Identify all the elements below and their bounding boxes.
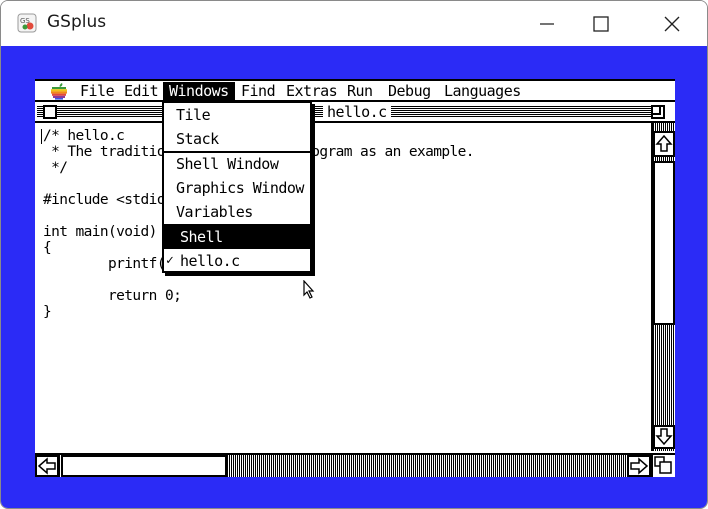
menu-item-label: Shell Window: [176, 155, 279, 173]
document-zoom-box[interactable]: [651, 105, 665, 119]
gsplus-app-icon: GS: [17, 13, 37, 33]
emulator-window: GS GSplus File Edit Windows Find Extras …: [0, 0, 708, 509]
menu-item-shell-window[interactable]: Shell Window: [164, 152, 310, 176]
arrow-left-icon: [37, 457, 56, 475]
menu-languages[interactable]: Languages: [438, 82, 527, 101]
menu-file[interactable]: File: [74, 82, 120, 101]
close-button[interactable]: [649, 1, 695, 46]
menu-item-shell[interactable]: Shell: [164, 225, 310, 249]
code-line: /* hello.c: [43, 128, 125, 144]
menu-find[interactable]: Find: [235, 82, 281, 101]
code-editor[interactable]: /* hello.c * The traditional hello world…: [39, 126, 649, 451]
emulator-screen: File Edit Windows Find Extras Run Debug …: [1, 46, 707, 508]
document-title: hello.c: [323, 104, 391, 121]
vertical-scroll-thumb[interactable]: [653, 161, 675, 325]
menu-item-hello-c[interactable]: ✓ hello.c: [164, 249, 310, 273]
windows-menu-dropdown: Tile Stack Shell Window Graphics Window …: [162, 101, 312, 273]
apple-desktop: File Edit Windows Find Extras Run Debug …: [35, 79, 675, 477]
document-close-box[interactable]: [43, 105, 57, 119]
window-titlebar: GS GSplus: [1, 1, 707, 46]
minimize-button[interactable]: [524, 1, 570, 46]
menu-item-stack[interactable]: Stack: [164, 127, 310, 151]
menu-item-label: Stack: [176, 130, 219, 148]
mouse-pointer-icon: [303, 280, 315, 299]
arrow-up-icon: [655, 134, 673, 152]
checkmark-icon: ✓: [166, 253, 174, 268]
menu-edit[interactable]: Edit: [118, 82, 164, 101]
maximize-button[interactable]: [578, 1, 624, 46]
menu-bar: File Edit Windows Find Extras Run Debug …: [35, 79, 675, 102]
arrow-right-icon: [630, 457, 649, 475]
arrow-down-icon: [655, 428, 673, 446]
menu-item-variables-window[interactable]: Variables Window: [164, 200, 310, 245]
menu-item-graphics-window[interactable]: Graphics Window: [164, 176, 310, 200]
scroll-down-button[interactable]: [653, 425, 675, 449]
apple-logo-icon[interactable]: [49, 82, 69, 100]
close-icon: [664, 16, 680, 32]
menu-item-label: Tile: [176, 106, 211, 124]
code-line: */: [43, 160, 68, 176]
menu-debug[interactable]: Debug: [382, 82, 437, 101]
horizontal-scroll-thumb[interactable]: [61, 455, 227, 477]
scroll-right-button[interactable]: [627, 455, 651, 477]
horizontal-scrollbar[interactable]: [35, 453, 651, 477]
code-line: {: [43, 240, 52, 256]
menu-item-tile[interactable]: Tile: [164, 103, 310, 127]
maximize-icon: [593, 16, 609, 32]
scroll-up-button[interactable]: [653, 131, 675, 157]
text-cursor: [41, 129, 42, 144]
menu-windows[interactable]: Windows: [163, 82, 235, 101]
document-titlebar[interactable]: hello.c: [35, 103, 675, 123]
window-title: GSplus: [47, 12, 107, 32]
grow-box[interactable]: [651, 453, 675, 477]
menu-extras[interactable]: Extras: [280, 82, 343, 101]
vertical-scrollbar[interactable]: [651, 123, 675, 451]
scroll-left-button[interactable]: [35, 455, 59, 477]
code-line: int main(void): [43, 224, 157, 240]
code-line: return 0;: [43, 288, 182, 304]
code-line: }: [43, 304, 52, 320]
menu-item-label: Graphics Window: [176, 179, 304, 197]
menu-run[interactable]: Run: [341, 82, 379, 101]
menu-item-label: Shell: [180, 228, 223, 246]
resize-icon: [654, 456, 672, 474]
menu-item-label: hello.c: [180, 252, 240, 270]
minimize-icon: [540, 23, 554, 25]
